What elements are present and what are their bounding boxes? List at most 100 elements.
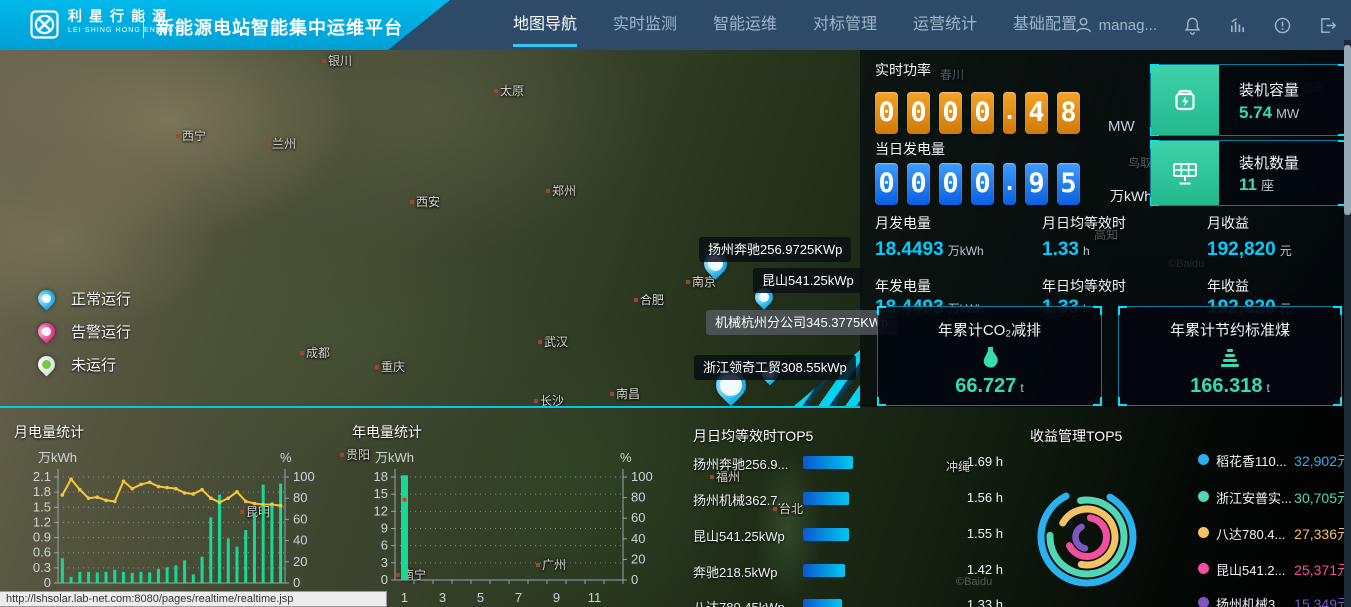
capacity-label: 装机容量 xyxy=(1239,79,1299,100)
alert-info-icon[interactable] xyxy=(1273,16,1292,35)
hours-top5-title: 月日均等效时TOP5 xyxy=(693,426,813,446)
company-logo-icon xyxy=(30,10,59,39)
map-city-label: 西安 xyxy=(410,193,440,210)
svg-text:80: 80 xyxy=(293,490,307,505)
page-title: 新能源电站智能集中运维平台 xyxy=(156,14,403,40)
seven-seg-digit: 0 xyxy=(939,163,962,205)
svg-text:2.1: 2.1 xyxy=(33,469,51,484)
month-energy-value: 18.4493万kWh xyxy=(875,239,984,261)
map-city-label: 合肥 xyxy=(634,291,664,308)
legend-off-label: 未运行 xyxy=(71,354,116,375)
svg-text:60: 60 xyxy=(631,510,645,525)
svg-text:1.8: 1.8 xyxy=(33,484,51,499)
hours-top5-row: 奔驰218.5kWp 1.42 h xyxy=(693,562,1003,578)
seven-seg-digit: 5 xyxy=(1057,163,1080,205)
legend-alarm-label: 告警运行 xyxy=(71,321,131,342)
realtime-power-label: 实时功率 xyxy=(875,60,931,80)
seven-seg-digit: 0 xyxy=(875,163,898,205)
seven-seg-digit: 9 xyxy=(1025,163,1048,205)
svg-text:0: 0 xyxy=(293,575,300,590)
svg-text:100: 100 xyxy=(293,469,315,484)
revenue-row-label: 昆山541.2... xyxy=(1216,560,1285,579)
svg-text:15: 15 xyxy=(374,486,388,501)
revenue-row-label: 八达780.4... xyxy=(1216,524,1285,543)
count-value: 11座 xyxy=(1239,175,1274,195)
bell-icon[interactable] xyxy=(1183,16,1202,35)
yearly-chart-title: 年电量统计 xyxy=(352,422,422,442)
svg-text:80: 80 xyxy=(631,490,645,505)
seven-seg-digit: 0 xyxy=(875,92,898,134)
svg-text:40: 40 xyxy=(293,533,307,548)
revenue-dot-icon xyxy=(1198,491,1209,502)
map-city-label: 成都 xyxy=(300,344,330,361)
hours-row-label: 扬州奔驰256.9... xyxy=(693,454,788,473)
seven-seg-digit: 0 xyxy=(907,92,930,134)
today-energy-label: 当日发电量 xyxy=(875,139,945,159)
svg-text:11: 11 xyxy=(588,590,602,605)
svg-text:1: 1 xyxy=(401,590,408,605)
scrollbar-thumb[interactable] xyxy=(1344,45,1351,215)
map-city-label: 太原 xyxy=(494,82,524,99)
revenue-top5-row: 稻花香110... 32,902元 xyxy=(1198,451,1350,469)
revenue-top5-row: 扬州机械3... 15,349元 xyxy=(1198,594,1350,607)
seven-seg-digit: 0 xyxy=(971,163,994,205)
today-energy-unit: 万kWh xyxy=(1110,186,1152,206)
battery-charge-icon xyxy=(1151,65,1219,135)
month-energy-label: 月发电量 xyxy=(875,213,931,233)
logout-icon[interactable] xyxy=(1318,16,1337,35)
revenue-top5-row: 八达780.4... 27,336元 xyxy=(1198,524,1350,542)
legend-normal: 正常运行 xyxy=(38,288,131,308)
legend-normal-label: 正常运行 xyxy=(71,288,131,309)
co2-value: 66.727t xyxy=(878,375,1101,398)
nav-benchmark[interactable]: 对标管理 xyxy=(795,0,895,50)
nav-ops[interactable]: 智能运维 xyxy=(695,0,795,50)
svg-text:12: 12 xyxy=(374,503,388,518)
nav-realtime[interactable]: 实时监测 xyxy=(595,0,695,50)
user-name: manag... xyxy=(1099,17,1157,34)
revenue-top5-row: 浙江安普实... 30,705元 xyxy=(1198,488,1350,506)
svg-text:60: 60 xyxy=(293,511,307,526)
seven-seg-digit: 8 xyxy=(1057,92,1080,134)
status-bar-link-preview: http://lshsolar.lab-net.com:8080/pages/r… xyxy=(0,591,387,607)
co2-title: 年累计CO₂减排 xyxy=(878,319,1101,340)
coal-value: 166.318t xyxy=(1119,375,1341,398)
seven-seg-digit: . xyxy=(1003,163,1016,205)
co2-reduction-card: 年累计CO₂减排 66.727t xyxy=(877,306,1102,406)
hours-row-value: 1.33 h xyxy=(918,597,1003,607)
nav-statistics[interactable]: 运营统计 xyxy=(895,0,995,50)
realtime-power-unit: MW xyxy=(1108,118,1135,135)
solar-panel-icon xyxy=(1151,141,1219,205)
revenue-row-value: 30,705元 xyxy=(1293,488,1351,508)
seven-seg-digit: 0 xyxy=(971,92,994,134)
svg-text:万kWh: 万kWh xyxy=(38,450,77,465)
hours-row-value: 1.42 h xyxy=(918,562,1003,577)
seven-seg-digit: 0 xyxy=(939,92,962,134)
svg-text:6: 6 xyxy=(381,538,388,553)
svg-text:3: 3 xyxy=(439,590,446,605)
user-icon xyxy=(1074,16,1093,35)
signal-chart-icon[interactable] xyxy=(1228,16,1247,35)
revenue-row-label: 稻花香110... xyxy=(1216,451,1287,470)
top-navbar: 利星行能源 LEI SHING HONG ENERGY 新能源电站智能集中运维平… xyxy=(0,0,1351,50)
svg-text:20: 20 xyxy=(293,554,307,569)
coal-title: 年累计节约标准煤 xyxy=(1119,319,1341,340)
hours-row-label: 昆山541.25kWp xyxy=(693,526,785,545)
hours-row-bar xyxy=(803,492,849,505)
svg-text:1.5: 1.5 xyxy=(33,499,51,514)
hours-row-label: 扬州机械362.7... xyxy=(693,490,788,509)
hours-row-label: 八达780.45kWp xyxy=(693,597,785,607)
revenue-ring-chart xyxy=(1037,482,1137,594)
off-pin-icon xyxy=(34,352,58,376)
station-label: 浙江领奇工贸308.55kWp xyxy=(694,355,856,380)
hours-top5-row: 扬州奔驰256.9... 1.69 h xyxy=(693,454,1003,470)
user-menu[interactable]: manag... xyxy=(1074,16,1157,35)
nav-map[interactable]: 地图导航 xyxy=(495,0,595,50)
hours-row-value: 1.55 h xyxy=(918,526,1003,541)
svg-text:万kWh: 万kWh xyxy=(375,450,414,465)
revenue-top5-row: 昆山541.2... 25,371元 xyxy=(1198,560,1350,578)
brand-area: 利星行能源 LEI SHING HONG ENERGY 新能源电站智能集中运维平… xyxy=(0,0,450,50)
today-energy-display: 0000.95 xyxy=(875,163,1080,205)
monthly-chart-title: 月电量统计 xyxy=(14,422,84,442)
hours-row-bar xyxy=(803,599,842,607)
legend-alarm: 告警运行 xyxy=(38,321,131,341)
